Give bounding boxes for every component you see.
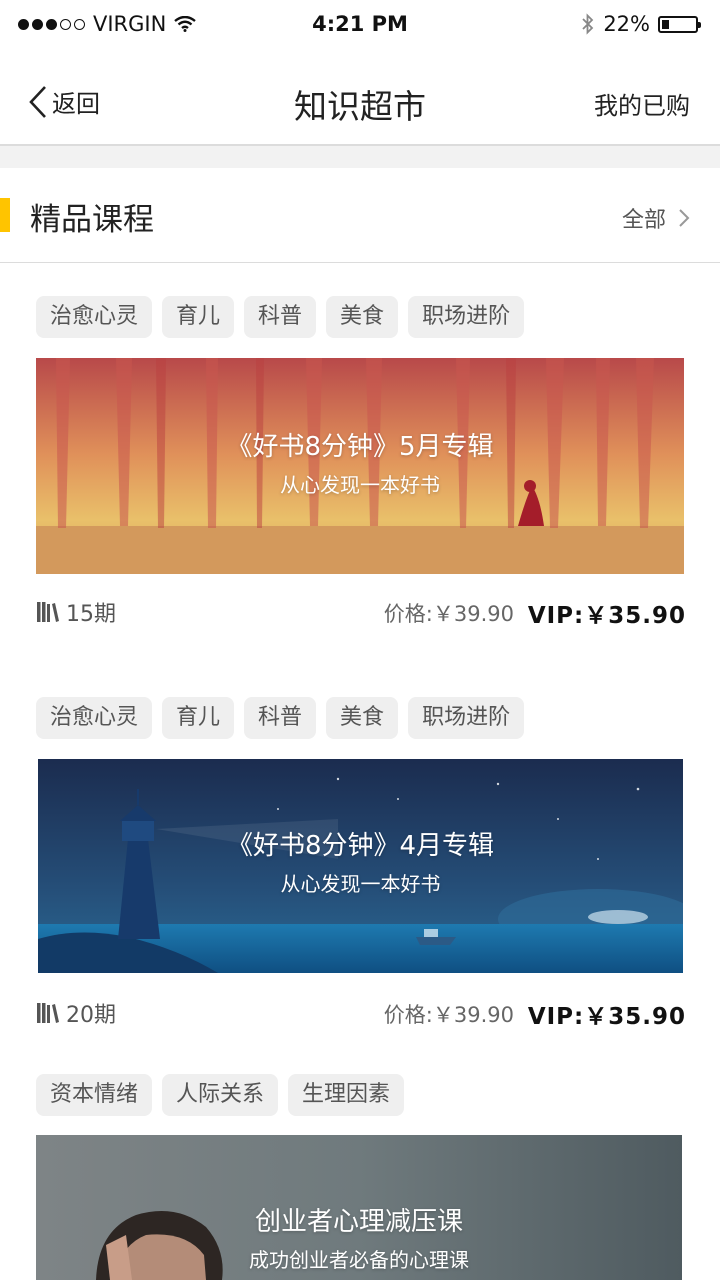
tag[interactable]: 美食 (326, 697, 399, 739)
battery-icon (658, 15, 701, 33)
tag[interactable]: 治愈心灵 (36, 697, 153, 739)
tag-list: 治愈心灵 育儿 科普 美食 职场进阶 (36, 296, 525, 338)
banner-text: 创业者心理减压课 成功创业者必备的心理课 (36, 1201, 682, 1273)
section-header: 精品课程 全部 (0, 168, 720, 263)
books-icon (37, 602, 59, 622)
banner-subtitle: 从心发现一本好书 (280, 473, 440, 497)
tag[interactable]: 人际关系 (162, 1074, 279, 1116)
tag[interactable]: 职场进阶 (408, 296, 525, 338)
issue-count: 20期 (36, 997, 116, 1029)
section-accent-bar (0, 198, 10, 232)
issue-count-label: 20期 (66, 1003, 116, 1028)
my-purchased-button[interactable]: 我的已购 (594, 86, 690, 121)
course-banner[interactable]: 《好书8分钟》5月专辑 从心发现一本好书 (36, 358, 684, 574)
tag[interactable]: 科普 (244, 296, 317, 338)
banner-title: 创业者心理减压课 (254, 1207, 463, 1237)
bluetooth-icon (582, 13, 594, 35)
status-right: 22% (581, 12, 701, 36)
banner-text: 《好书8分钟》4月专辑 从心发现一本好书 (38, 825, 683, 897)
course-meta: 20期 价格:￥39.90 VIP:￥35.90 (36, 993, 686, 1033)
tag-list: 资本情绪 人际关系 生理因素 (36, 1074, 405, 1116)
banner-subtitle: 从心发现一本好书 (280, 872, 441, 896)
price-label: 价格:￥39.90 (383, 602, 514, 626)
status-bar: VIRGIN 4:21 PM 22% (0, 0, 720, 52)
view-all-label: 全部 (621, 208, 666, 233)
battery-percent: 22% (603, 12, 650, 36)
banner-subtitle: 成功创业者必备的心理课 (249, 1248, 469, 1272)
tag[interactable]: 育儿 (162, 697, 235, 739)
tag[interactable]: 生理因素 (288, 1074, 405, 1116)
vip-price-label: VIP:￥35.90 (527, 603, 686, 629)
banner-text: 《好书8分钟》5月专辑 从心发现一本好书 (36, 426, 684, 498)
view-all-button[interactable]: 全部 (622, 202, 690, 234)
issue-count: 15期 (36, 596, 116, 628)
tag[interactable]: 美食 (326, 296, 399, 338)
section-title: 精品课程 (30, 202, 154, 238)
battery-fill (662, 19, 670, 29)
price-label: 价格:￥39.90 (383, 1003, 514, 1027)
tag[interactable]: 职场进阶 (408, 697, 525, 739)
course-banner[interactable]: 创业者心理减压课 成功创业者必备的心理课 (36, 1135, 682, 1280)
banner-title: 《好书8分钟》4月专辑 (226, 831, 495, 861)
tag[interactable]: 育儿 (162, 296, 235, 338)
banner-title: 《好书8分钟》5月专辑 (226, 432, 494, 462)
tag-list: 治愈心灵 育儿 科普 美食 职场进阶 (36, 697, 525, 739)
navigation-bar: 返回 知识超市 我的已购 (0, 52, 720, 146)
chevron-right-icon (679, 209, 690, 227)
vip-price-label: VIP:￥35.90 (527, 1004, 686, 1030)
books-icon (37, 1003, 59, 1023)
tag[interactable]: 科普 (244, 697, 317, 739)
tag[interactable]: 治愈心灵 (36, 296, 153, 338)
issue-count-label: 15期 (66, 602, 116, 627)
course-meta: 15期 价格:￥39.90 VIP:￥35.90 (36, 592, 686, 632)
section-spacer (0, 146, 720, 168)
course-banner[interactable]: 《好书8分钟》4月专辑 从心发现一本好书 (38, 759, 683, 973)
tag[interactable]: 资本情绪 (36, 1074, 153, 1116)
